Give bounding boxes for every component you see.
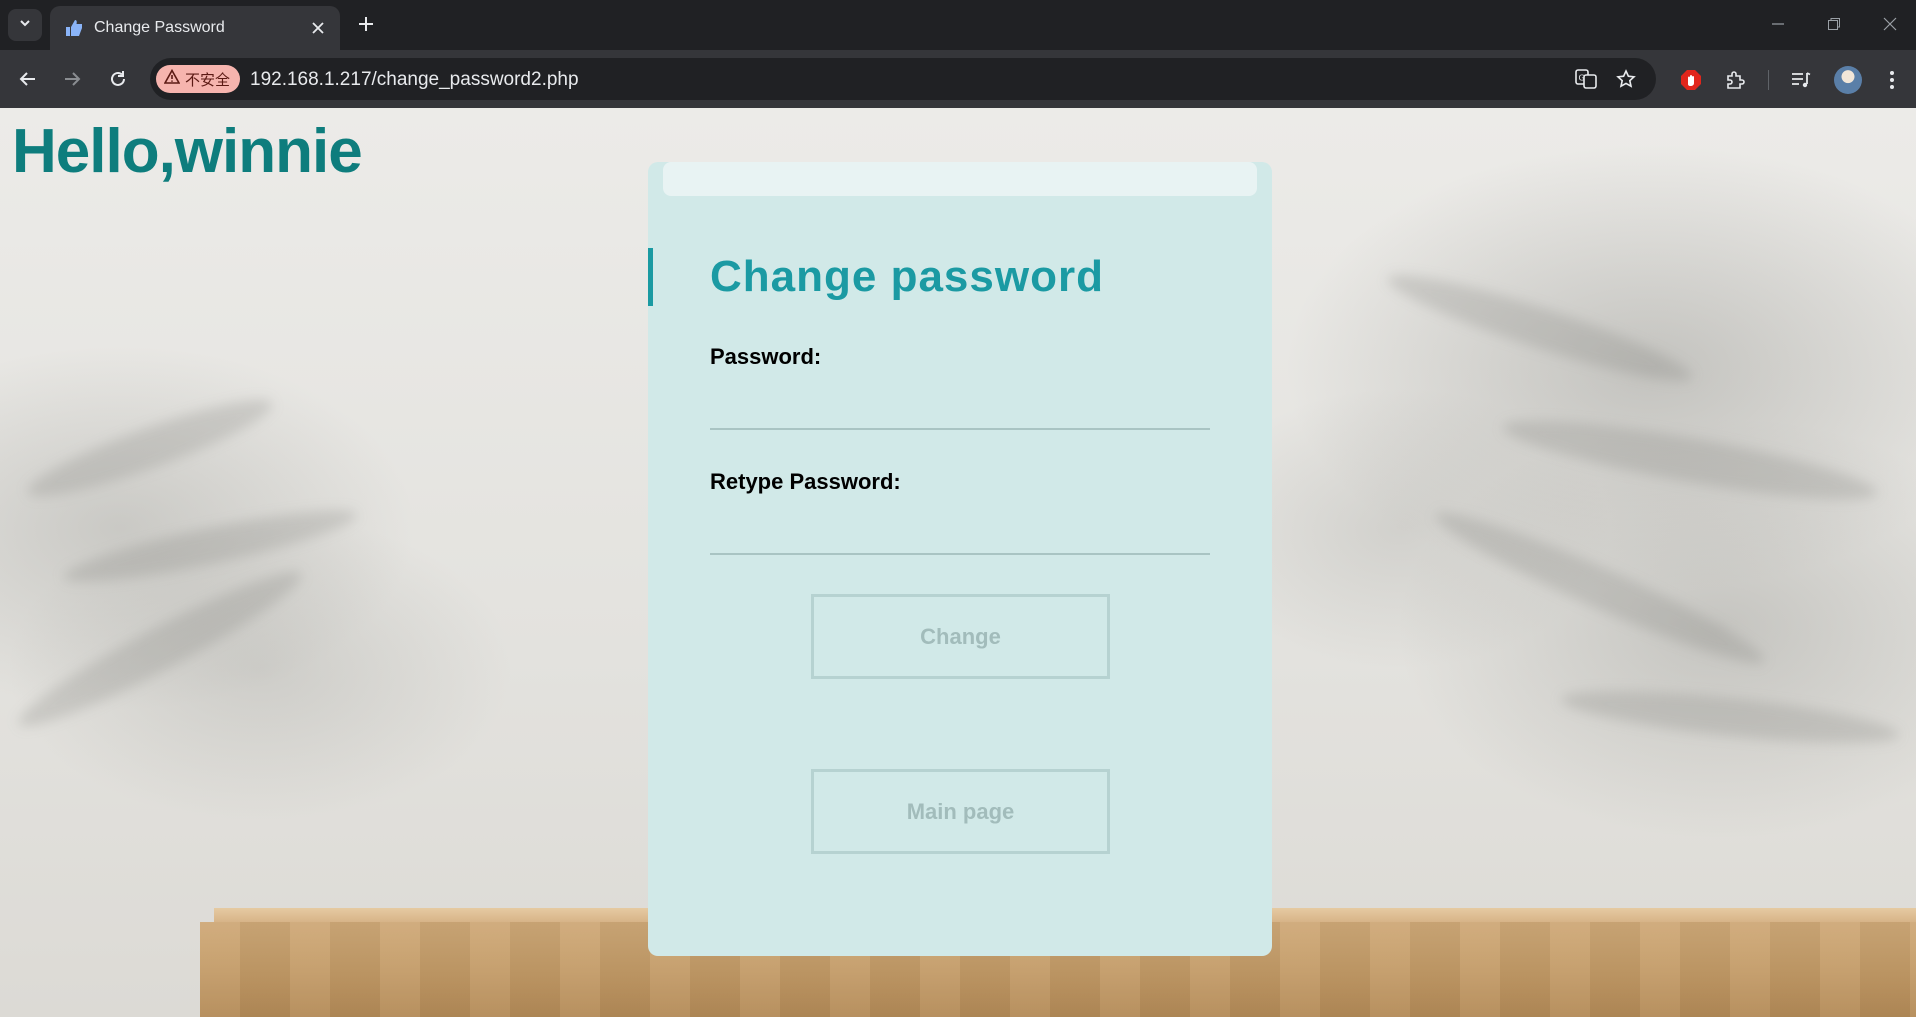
tab-title: Change Password [94, 19, 225, 36]
main-page-button[interactable]: Main page [811, 769, 1110, 854]
page-viewport: Hello,winnie Change password Password: R… [0, 108, 1916, 1017]
close-window-icon[interactable] [1878, 12, 1902, 36]
reload-icon[interactable] [104, 65, 132, 93]
media-playlist-icon[interactable] [1788, 67, 1814, 93]
close-tab-icon[interactable] [306, 16, 330, 40]
translate-icon[interactable]: G [1574, 67, 1598, 91]
change-button[interactable]: Change [811, 594, 1110, 679]
back-arrow-icon[interactable] [14, 65, 42, 93]
card-top-tab [663, 162, 1257, 196]
minimize-icon[interactable] [1766, 12, 1790, 36]
adblock-icon[interactable] [1678, 67, 1704, 93]
tab-strip: Change Password [0, 0, 1916, 50]
more-menu-icon[interactable] [1879, 67, 1905, 93]
profile-avatar[interactable] [1834, 66, 1862, 94]
toolbar-divider [1768, 70, 1769, 90]
extensions-puzzle-icon[interactable] [1723, 67, 1749, 93]
security-chip[interactable]: 不安全 [156, 65, 241, 93]
restore-icon[interactable] [1822, 12, 1846, 36]
security-label: 不安全 [185, 71, 231, 89]
chevron-down-icon [18, 16, 32, 35]
thumbs-up-icon [64, 18, 84, 38]
bookmark-star-icon[interactable] [1614, 67, 1638, 91]
retype-password-input[interactable] [710, 515, 1210, 555]
url-text[interactable]: 192.168.1.217/change_password2.php [250, 69, 579, 91]
greeting-heading: Hello,winnie [12, 117, 363, 186]
active-tab[interactable]: Change Password [50, 6, 340, 50]
title-accent-bar [648, 248, 653, 306]
browser-toolbar: 不安全 192.168.1.217/change_password2.php G [0, 50, 1916, 108]
forward-arrow-icon[interactable] [58, 65, 86, 93]
svg-text:G: G [1579, 74, 1585, 83]
retype-password-label: Retype Password: [710, 469, 901, 494]
warning-icon [163, 68, 181, 89]
password-label: Password: [710, 344, 822, 369]
form-title: Change password [710, 252, 1104, 301]
tab-search-button[interactable] [8, 9, 42, 41]
new-tab-button[interactable] [354, 12, 378, 36]
address-bar[interactable]: 不安全 192.168.1.217/change_password2.php G [150, 58, 1656, 100]
password-input[interactable] [710, 390, 1210, 430]
